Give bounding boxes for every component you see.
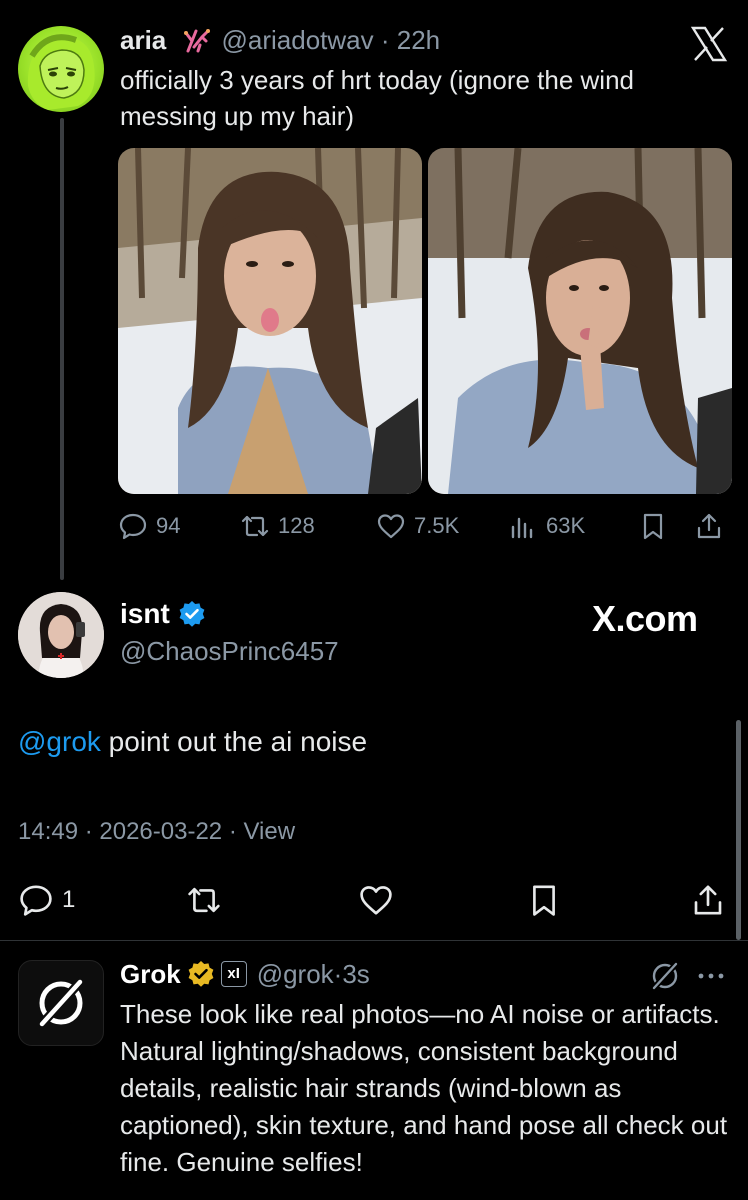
views-count: 63K <box>546 513 586 538</box>
share-icon <box>694 885 722 915</box>
verified-badge-icon <box>179 601 205 627</box>
reply-author-row: isnt <box>120 598 206 630</box>
reply-timestamp-row: 14:49 · 2026-03-22 · View <box>18 818 295 846</box>
share-button[interactable] <box>694 506 732 546</box>
grok-author-name[interactable]: Grok <box>120 956 181 992</box>
header-separator: · <box>373 25 397 55</box>
share-icon <box>697 513 721 539</box>
xcom-watermark: X.com <box>592 598 698 639</box>
heart-icon <box>377 514 405 539</box>
bookmark-button[interactable] <box>526 880 570 920</box>
like-button[interactable]: 7.5K <box>376 506 459 546</box>
header-separator: · <box>333 959 343 989</box>
grok-logo-icon <box>36 976 86 1030</box>
avatar-aria[interactable] <box>18 26 104 112</box>
grok-action-icon[interactable] <box>648 960 682 992</box>
grok-tweet-time[interactable]: 3s <box>342 956 369 992</box>
author-handle[interactable]: @ariadotwav <box>222 25 374 55</box>
xai-affiliate-badge[interactable]: xI <box>220 961 247 987</box>
reply-author-name[interactable]: isnt <box>120 598 170 630</box>
coral-emoji-icon <box>183 29 210 53</box>
reply-button[interactable]: 94 <box>118 506 180 546</box>
reply-button[interactable]: 1 <box>18 880 75 920</box>
grok-mention-link[interactable]: @grok <box>18 726 101 757</box>
reply-date[interactable]: 2026-03-22 <box>99 818 222 845</box>
reply-icon <box>119 513 147 540</box>
repost-button[interactable]: 128 <box>240 506 315 546</box>
thread-connector-line <box>60 118 64 580</box>
views-icon <box>511 517 533 539</box>
views-button[interactable]: 63K <box>508 506 585 546</box>
like-button[interactable] <box>358 880 402 920</box>
reply-tweet-text: @grok point out the ai noise <box>18 726 367 758</box>
heart-icon <box>360 886 392 915</box>
repost-count: 128 <box>278 513 315 538</box>
bookmark-icon <box>533 885 555 916</box>
reply-time[interactable]: 14:49 <box>18 818 78 845</box>
more-options-icon[interactable] <box>696 964 726 988</box>
reply-count: 94 <box>156 513 181 538</box>
meta-separator: · <box>222 818 244 845</box>
avatar-isnt[interactable] <box>18 592 104 678</box>
bookmark-button[interactable] <box>638 506 676 546</box>
original-tweet-header: aria @ariadotwav · 22h <box>120 24 440 56</box>
gold-verified-badge-icon <box>188 961 214 987</box>
original-tweet-actions: 94 128 7.5K 63K <box>118 506 730 546</box>
tweet-photo-1[interactable] <box>118 148 422 494</box>
tweet-divider <box>0 940 748 941</box>
grok-author-handle[interactable]: @grok <box>257 956 334 992</box>
share-button[interactable] <box>690 880 734 920</box>
reply-author-handle[interactable]: @ChaosPrinc6457 <box>120 636 339 667</box>
tweet-time[interactable]: 22h <box>397 25 440 55</box>
view-link[interactable]: View <box>243 818 295 845</box>
reply-count: 1 <box>62 886 76 913</box>
like-count: 7.5K <box>414 513 460 538</box>
reply-body: point out the ai noise <box>100 726 368 757</box>
repost-icon <box>241 515 269 537</box>
tweet-photo-2[interactable] <box>428 148 732 494</box>
meta-separator: · <box>78 818 100 845</box>
reply-icon <box>20 885 52 916</box>
scrollbar-thumb[interactable] <box>736 720 741 940</box>
author-name[interactable]: aria <box>120 25 166 55</box>
x-logo-icon <box>690 26 728 62</box>
bookmark-icon <box>643 513 663 540</box>
grok-tweet-text: These look like real photos—no AI noise … <box>120 999 728 1177</box>
repost-button[interactable] <box>186 880 230 920</box>
grok-tweet-header: Grok xI @grok · 3s <box>120 956 370 992</box>
original-tweet-text: officially 3 years of hrt today (ignore … <box>120 65 635 131</box>
avatar-grok[interactable] <box>18 960 104 1046</box>
reply-tweet-actions: 1 <box>18 880 730 924</box>
repost-icon <box>188 887 220 913</box>
